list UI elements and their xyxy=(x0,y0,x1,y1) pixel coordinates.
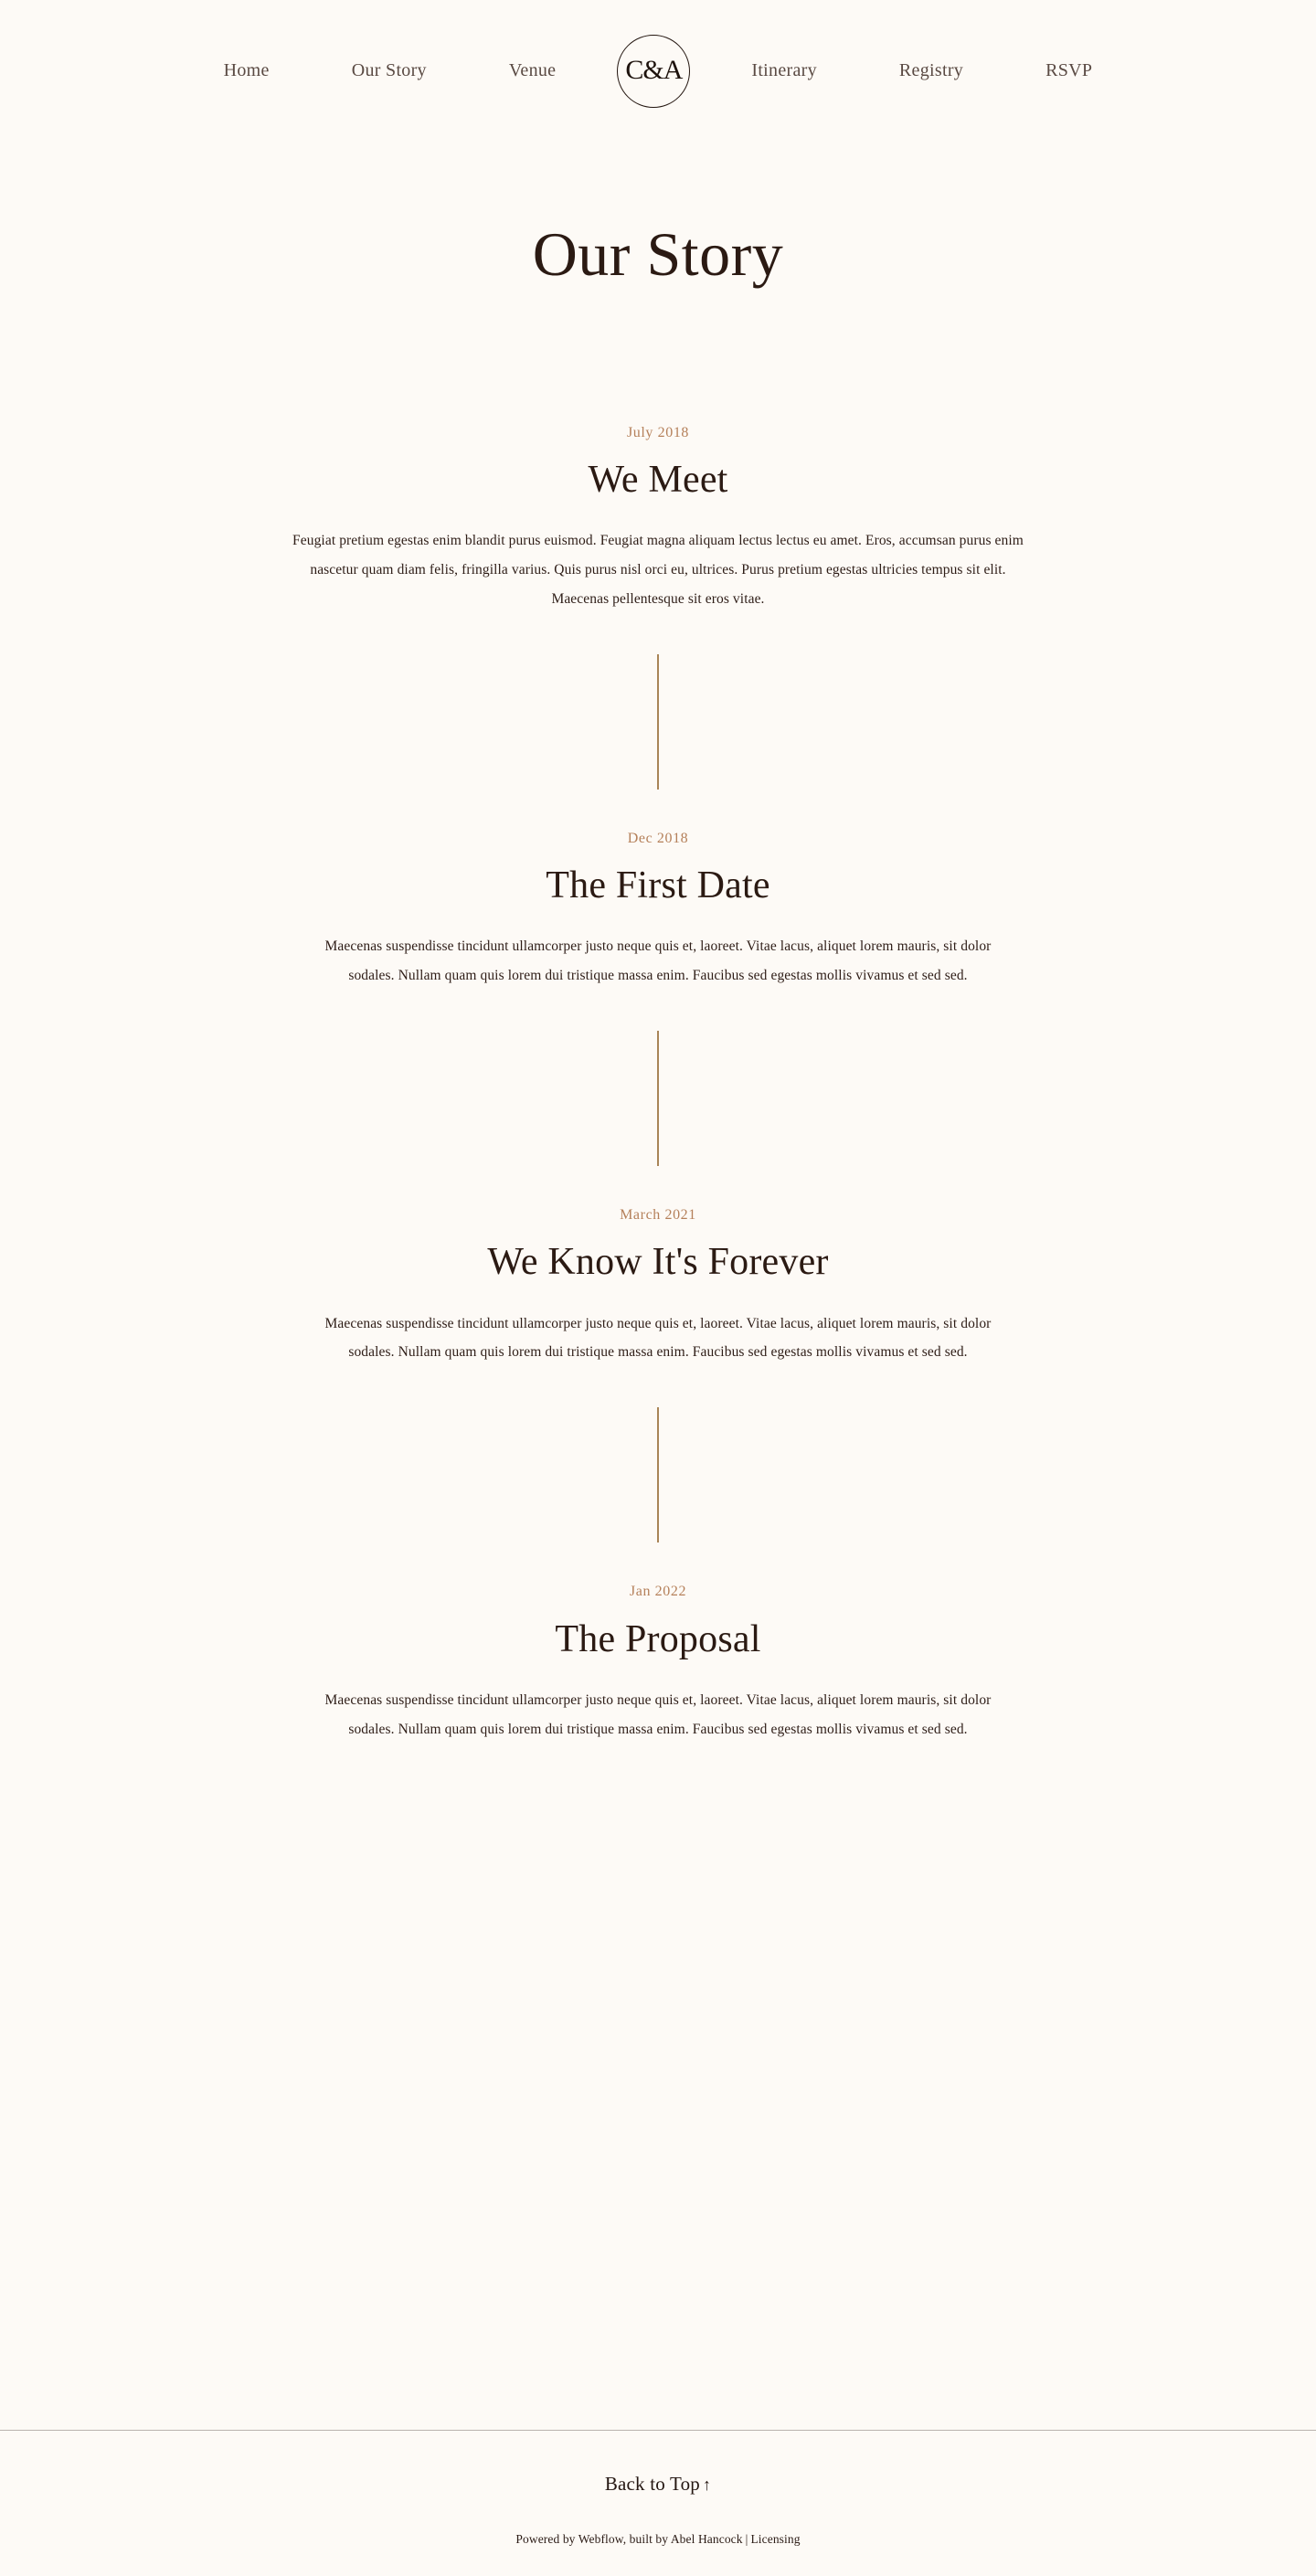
main-navigation: Home Our Story Venue C&A Itinerary Regis… xyxy=(0,0,1316,142)
page-footer: Back to Top ↑ Powered by Webflow, built b… xyxy=(0,2430,1316,2576)
story-date: Jan 2022 xyxy=(629,1584,687,1600)
story-body: Feugiat pretium egestas enim blandit pur… xyxy=(292,533,1024,608)
story-body: Maecenas suspendisse tincidunt ullamcorp… xyxy=(324,1315,992,1361)
story-entry: March 2021 We Know It's Forever Maecenas… xyxy=(0,1205,1316,1367)
timeline-divider-line xyxy=(657,653,659,790)
page-title: Our Story xyxy=(532,219,784,289)
story-heading: We Meet xyxy=(588,459,728,502)
story-date: March 2021 xyxy=(620,1207,696,1223)
nav-item-registry[interactable]: Registry xyxy=(890,53,972,89)
story-heading: The Proposal xyxy=(555,1617,761,1660)
logo-monogram-text: C&A xyxy=(625,54,683,85)
credit-text: Powered by Webflow, built by Abel Hancoc… xyxy=(515,2532,743,2546)
nav-item-venue[interactable]: Venue xyxy=(500,53,565,89)
timeline-divider-line xyxy=(657,1031,659,1166)
footer-content: Back to Top ↑ Powered by Webflow, built b… xyxy=(0,2431,1316,2576)
story-body: Maecenas suspendisse tincidunt ullamcorp… xyxy=(324,1691,992,1737)
timeline-divider-line xyxy=(657,1407,659,1543)
nav-item-our-story[interactable]: Our Story xyxy=(343,53,436,89)
nav-right-group: Itinerary Registry RSVP xyxy=(710,53,1133,89)
arrow-up-icon: ↑ xyxy=(702,2475,712,2494)
story-date: July 2018 xyxy=(626,424,690,440)
licensing-link[interactable]: Licensing xyxy=(750,2532,800,2546)
story-body: Maecenas suspendisse tincidunt ullamcorp… xyxy=(324,938,992,984)
nav-item-rsvp[interactable]: RSVP xyxy=(1036,53,1101,89)
story-entry: July 2018 We Meet Feugiat pretium egesta… xyxy=(0,423,1316,614)
story-entry: Dec 2018 The First Date Maecenas suspend… xyxy=(0,829,1316,991)
page-title-section: Our Story xyxy=(0,142,1316,289)
back-to-top-label: Back to Top xyxy=(604,2473,700,2495)
footer-credit: Powered by Webflow, built by Abel Hancoc… xyxy=(0,2532,1316,2547)
story-heading: The First Date xyxy=(546,864,770,907)
story-entry: Jan 2022 The Proposal Maecenas suspendis… xyxy=(0,1582,1316,1744)
back-to-top-link[interactable]: Back to Top ↑ xyxy=(605,2473,711,2496)
circle-monogram-logo[interactable]: C&A xyxy=(617,34,691,108)
nav-left-group: Home Our Story Venue xyxy=(183,53,598,89)
story-date: Dec 2018 xyxy=(627,830,689,846)
story-timeline: July 2018 We Meet Feugiat pretium egesta… xyxy=(0,423,1316,1744)
page-root: Home Our Story Venue C&A Itinerary Regis… xyxy=(0,0,1316,2576)
story-heading: We Know It's Forever xyxy=(487,1241,829,1284)
nav-item-home[interactable]: Home xyxy=(215,53,279,89)
nav-item-itinerary[interactable]: Itinerary xyxy=(742,53,826,89)
